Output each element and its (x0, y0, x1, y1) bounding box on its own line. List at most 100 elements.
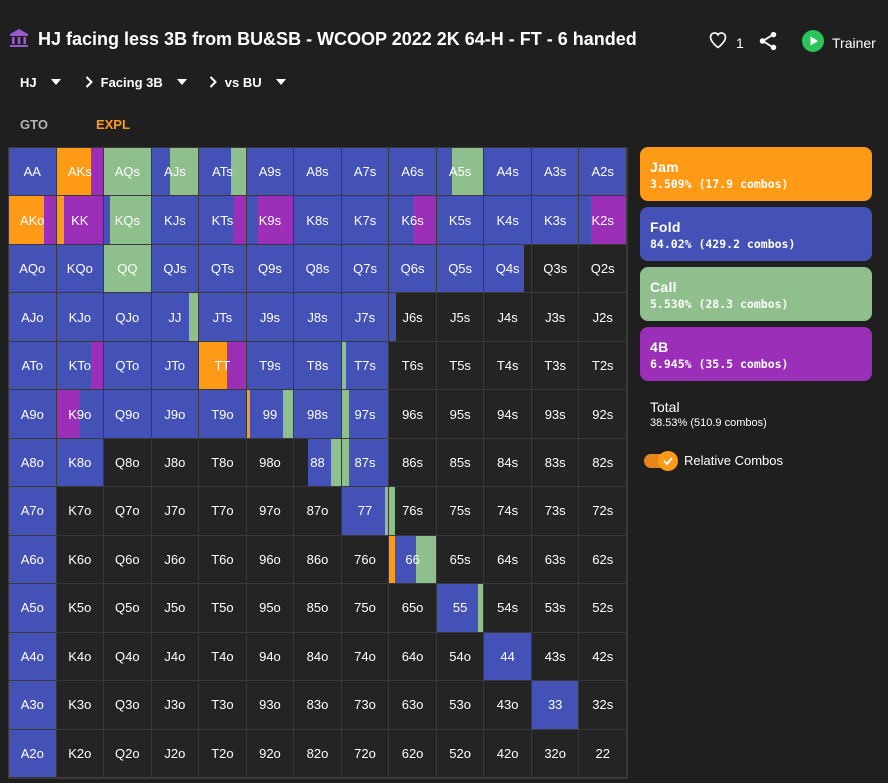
share-icon[interactable] (757, 30, 779, 52)
hand-cell[interactable]: 98s (294, 390, 342, 439)
hand-cell[interactable]: 33 (531, 681, 580, 730)
hand-cell[interactable]: A5o (9, 584, 57, 633)
hand-cell[interactable]: K4s (484, 196, 532, 245)
hand-cell[interactable]: 52s (579, 584, 627, 633)
hand-cell[interactable]: QQ (104, 244, 152, 294)
hand-cell[interactable]: 86o (294, 535, 342, 585)
hand-cell[interactable]: AA (9, 148, 57, 197)
hand-cell[interactable]: KTo (56, 341, 105, 391)
hand-cell[interactable]: A6s (389, 148, 437, 197)
legend-jam[interactable]: Jam 3.509% (17.9 combos) (640, 147, 872, 201)
hand-cell[interactable]: 82s (579, 438, 627, 488)
hand-cell[interactable]: Q5o (104, 584, 152, 633)
breadcrumb-action[interactable]: Facing 3B (85, 75, 187, 90)
hand-cell[interactable]: 77 (341, 487, 390, 536)
hand-cell[interactable]: 95o (246, 584, 295, 633)
hand-cell[interactable]: K7s (341, 196, 390, 245)
hand-cell[interactable]: T2o (199, 729, 247, 778)
hand-cell[interactable]: K8s (294, 196, 342, 245)
hand-cell[interactable]: 73o (341, 681, 390, 730)
hand-cell[interactable]: Q2s (579, 244, 627, 294)
hand-cell[interactable]: TT (199, 341, 247, 391)
hand-cell[interactable]: T5s (436, 341, 485, 391)
hand-cell[interactable]: QJs (151, 244, 200, 294)
hand-cell[interactable]: Q8o (104, 438, 152, 488)
legend-4b[interactable]: 4B 6.945% (35.5 combos) (640, 327, 872, 381)
hand-cell[interactable]: Q6o (104, 535, 152, 585)
hand-cell[interactable]: 74o (341, 632, 390, 682)
hand-cell[interactable]: K5s (436, 196, 485, 245)
hand-cell[interactable]: 97o (246, 487, 295, 536)
hand-cell[interactable]: J7o (151, 487, 200, 536)
hand-cell[interactable]: A8s (294, 148, 342, 197)
hand-cell[interactable]: 92o (246, 729, 295, 778)
hand-cell[interactable]: 84o (294, 632, 342, 682)
hand-cell[interactable]: 94s (484, 390, 532, 439)
hand-cell[interactable]: 53o (436, 681, 485, 730)
hand-cell[interactable]: J2s (579, 293, 627, 342)
favorite-button[interactable]: 1 (708, 30, 744, 55)
hand-cell[interactable]: J3s (531, 293, 580, 342)
hand-cell[interactable]: 88 (294, 438, 342, 488)
hand-cell[interactable]: 98o (246, 438, 295, 488)
hand-cell[interactable]: T7s (341, 341, 390, 391)
hand-cell[interactable]: ATs (199, 148, 247, 197)
hand-cell[interactable]: 99 (246, 390, 295, 439)
hand-cell[interactable]: T3o (199, 681, 247, 730)
hand-cell[interactable]: QTs (199, 244, 247, 294)
hand-cell[interactable]: AQs (104, 148, 152, 197)
hand-cell[interactable]: 65s (436, 535, 485, 585)
hand-cell[interactable]: 85s (436, 438, 485, 488)
hand-cell[interactable]: 97s (341, 390, 390, 439)
hand-cell[interactable]: Q9o (104, 390, 152, 439)
hand-cell[interactable]: J9s (246, 293, 295, 342)
hand-cell[interactable]: 82o (294, 729, 342, 778)
hand-cell[interactable]: ATo (9, 341, 57, 391)
hand-cell[interactable]: 93s (531, 390, 580, 439)
hand-cell[interactable]: Q8s (294, 244, 342, 294)
hand-cell[interactable]: Q5s (436, 244, 485, 294)
hand-cell[interactable]: Q2o (104, 729, 152, 778)
hand-cell[interactable]: 32o (531, 729, 580, 778)
hand-cell[interactable]: K9o (56, 390, 105, 439)
hand-cell[interactable]: KK (56, 196, 105, 245)
hand-cell[interactable]: Q9s (246, 244, 295, 294)
hand-cell[interactable]: JTs (199, 293, 247, 342)
hand-cell[interactable]: T8s (294, 341, 342, 391)
hand-cell[interactable]: K8o (56, 438, 105, 488)
hand-cell[interactable]: A9s (246, 148, 295, 197)
hand-cell[interactable]: 94o (246, 632, 295, 682)
hand-cell[interactable]: 87s (341, 438, 390, 488)
hand-cell[interactable]: JJ (151, 293, 200, 342)
hand-cell[interactable]: 95s (436, 390, 485, 439)
hand-cell[interactable]: KTs (199, 196, 247, 245)
hand-cell[interactable]: T4o (199, 632, 247, 682)
hand-cell[interactable]: T6s (389, 341, 437, 391)
legend-fold[interactable]: Fold 84.02% (429.2 combos) (640, 207, 872, 261)
hand-cell[interactable]: A7s (341, 148, 390, 197)
hand-cell[interactable]: 85o (294, 584, 342, 633)
hand-cell[interactable]: A3s (531, 148, 580, 197)
hand-cell[interactable]: 65o (389, 584, 437, 633)
hand-cell[interactable]: A3o (9, 681, 57, 730)
hand-cell[interactable]: 43s (531, 632, 580, 682)
hand-cell[interactable]: T5o (199, 584, 247, 633)
hand-cell[interactable]: 86s (389, 438, 437, 488)
hand-cell[interactable]: 83s (531, 438, 580, 488)
hand-cell[interactable]: T9o (199, 390, 247, 439)
breadcrumb-position[interactable]: HJ (20, 75, 61, 90)
hand-cell[interactable]: Q3o (104, 681, 152, 730)
hand-cell[interactable]: J8s (294, 293, 342, 342)
hand-cell[interactable]: K6s (389, 196, 437, 245)
hand-cell[interactable]: 66 (389, 535, 437, 585)
tab-expl[interactable]: EXPL (96, 117, 130, 132)
hand-cell[interactable]: 76s (389, 487, 437, 536)
hand-cell[interactable]: JTo (151, 341, 200, 391)
hand-cell[interactable]: 64o (389, 632, 437, 682)
hand-cell[interactable]: 55 (436, 584, 485, 633)
relative-combos-toggle[interactable]: Relative Combos (644, 450, 872, 471)
hand-cell[interactable]: 64s (484, 535, 532, 585)
hand-cell[interactable]: 54o (436, 632, 485, 682)
hand-cell[interactable]: 63s (531, 535, 580, 585)
hand-cell[interactable]: 22 (579, 729, 627, 778)
